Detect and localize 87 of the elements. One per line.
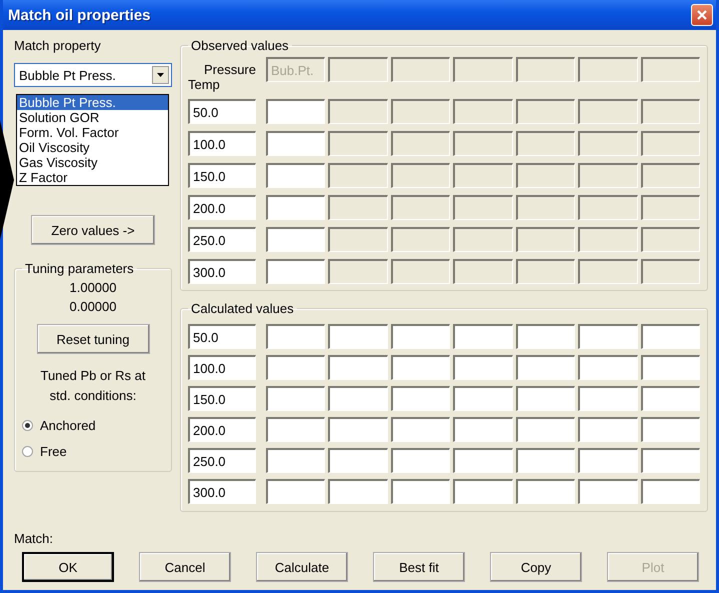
input-field[interactable] [266, 355, 326, 380]
input-field[interactable] [578, 417, 638, 442]
group-title: Tuning parameters [24, 261, 135, 276]
temp-label: Temp [188, 77, 221, 92]
input-field[interactable] [578, 386, 638, 411]
temperature-field[interactable]: 50.0 [188, 324, 256, 349]
input-field[interactable] [266, 479, 326, 504]
input-field[interactable] [453, 386, 513, 411]
input-field[interactable] [390, 448, 450, 473]
input-field[interactable] [453, 324, 513, 349]
zero-values-button[interactable]: Zero values -> [31, 215, 155, 245]
close-button[interactable] [691, 4, 713, 26]
dialog-button[interactable]: Calculate [256, 552, 348, 582]
input-field[interactable] [516, 355, 576, 380]
input-field[interactable] [390, 479, 450, 504]
dialog-button[interactable]: OK [22, 552, 114, 582]
input-field[interactable] [578, 324, 638, 349]
input-field[interactable] [266, 448, 326, 473]
radio-option[interactable]: Free [22, 438, 164, 464]
temperature-field[interactable]: 200.0 [188, 417, 256, 442]
input-field[interactable] [516, 479, 576, 504]
input-field[interactable] [578, 479, 638, 504]
input-field[interactable] [516, 448, 576, 473]
input-field[interactable] [266, 99, 326, 124]
input-field[interactable] [266, 417, 326, 442]
input-field[interactable] [328, 386, 388, 411]
field-label: Match property [14, 38, 102, 53]
input-field[interactable] [390, 324, 450, 349]
dropdown-option[interactable]: Bubble Pt Press. [17, 95, 168, 110]
temperature-field[interactable]: 250.0 [188, 227, 256, 252]
temperature-field[interactable]: 300.0 [188, 259, 256, 284]
input-field[interactable] [266, 259, 326, 284]
input-field[interactable] [640, 479, 700, 504]
temperature-field[interactable]: 250.0 [188, 448, 256, 473]
input-field[interactable] [266, 195, 326, 220]
disabled-field: Bub.Pt. [266, 57, 326, 82]
close-icon [696, 9, 708, 21]
caret-icon [157, 73, 164, 77]
group-title: Calculated values [190, 301, 295, 316]
match-label: Match: [14, 531, 54, 546]
temperature-field[interactable]: 150.0 [188, 163, 256, 188]
temperature-field[interactable]: 300.0 [188, 479, 256, 504]
input-field[interactable] [266, 131, 326, 156]
input-field[interactable] [516, 324, 576, 349]
window-title: Match oil properties [8, 6, 151, 24]
input-field[interactable] [328, 324, 388, 349]
input-field[interactable] [453, 417, 513, 442]
temperature-field[interactable]: 150.0 [188, 386, 256, 411]
input-field[interactable] [266, 324, 326, 349]
input-field[interactable] [578, 448, 638, 473]
input-field[interactable] [266, 163, 326, 188]
input-field[interactable] [453, 355, 513, 380]
input-field[interactable] [266, 227, 326, 252]
input-field[interactable] [640, 386, 700, 411]
input-field[interactable] [578, 355, 638, 380]
input-field[interactable] [328, 448, 388, 473]
input-field[interactable] [516, 417, 576, 442]
temperature-field[interactable]: 100.0 [188, 355, 256, 380]
input-field[interactable] [328, 479, 388, 504]
reset-tuning-button[interactable]: Reset tuning [36, 324, 150, 354]
input-field[interactable] [390, 355, 450, 380]
property-dropdown[interactable]: Bubble Pt Press. [14, 63, 172, 87]
input-field[interactable] [266, 386, 326, 411]
group-title: Observed values [190, 38, 290, 53]
note-text: Tuned Pb or Rs at std. conditions: [39, 367, 146, 405]
input-field[interactable] [390, 417, 450, 442]
radio-option[interactable]: Anchored [22, 412, 164, 438]
dialog-button[interactable]: Cancel [139, 552, 231, 582]
dialog-button[interactable]: Copy [490, 552, 582, 582]
pressure-label: Pressure [204, 62, 256, 77]
input-field[interactable] [328, 417, 388, 442]
input-field[interactable] [640, 448, 700, 473]
temperature-field[interactable]: 200.0 [188, 195, 256, 220]
tuning-value: 0.00000 [70, 299, 116, 314]
tuning-value: 1.00000 [70, 280, 116, 295]
input-field[interactable] [640, 417, 700, 442]
input-field[interactable] [328, 355, 388, 380]
input-field[interactable] [390, 386, 450, 411]
dialog-button[interactable]: Best fit [373, 552, 465, 582]
temperature-field[interactable]: 100.0 [188, 131, 256, 156]
input-field[interactable] [453, 479, 513, 504]
input-field[interactable] [640, 324, 700, 349]
pointer-arrow-icon [0, 120, 14, 240]
input-field[interactable] [453, 448, 513, 473]
input-field[interactable] [516, 386, 576, 411]
temperature-field[interactable]: 50.0 [188, 99, 256, 124]
input-field[interactable] [640, 355, 700, 380]
